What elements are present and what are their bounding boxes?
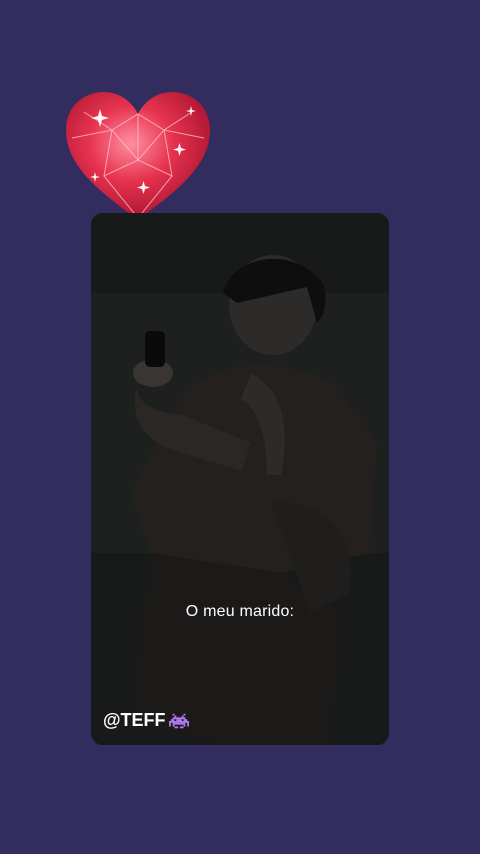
caption-text: O meu marido: [185, 603, 295, 620]
alien-monster-icon [168, 713, 189, 728]
video-frame[interactable]: O meu marido: @TEFF [91, 213, 389, 745]
watermark-handle: @TEFF [103, 710, 166, 730]
kneeling-man-photo [91, 213, 389, 745]
diamond-heart-sticker [66, 92, 210, 220]
creator-watermark: @TEFF [103, 710, 189, 731]
